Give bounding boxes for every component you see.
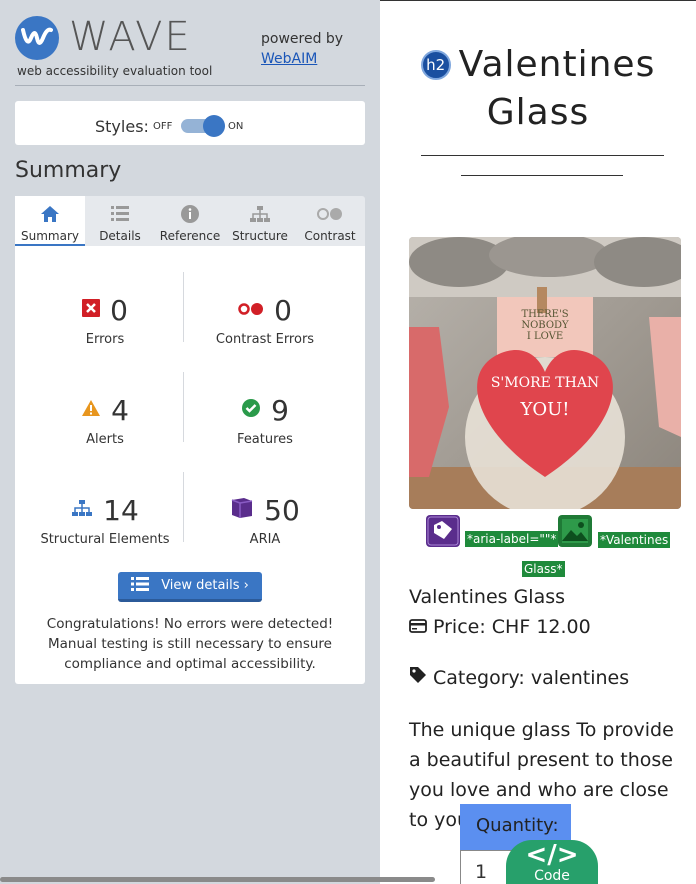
category-text: Category: valentines <box>433 666 630 689</box>
divider <box>461 175 623 176</box>
wave-logo-text: WAVE <box>69 14 192 60</box>
view-details-button[interactable]: View details › <box>118 572 262 602</box>
error-icon <box>82 299 101 321</box>
check-icon <box>241 398 261 422</box>
structure-icon <box>71 499 93 521</box>
aria-count: 50 <box>264 493 300 527</box>
aria-label: ARIA <box>249 532 281 547</box>
category-row: Category: valentines <box>409 666 629 689</box>
page-title-text: Valentines Glass <box>458 44 656 133</box>
h2-badge-icon[interactable]: h2 <box>420 50 451 80</box>
image-text-top: THERE'S NOBODY I LOVE <box>497 309 593 342</box>
aria-label-icon[interactable] <box>426 515 460 547</box>
features-count: 9 <box>271 393 289 427</box>
contrast-errors-count: 0 <box>274 293 292 327</box>
alt-text-icon[interactable] <box>558 515 592 547</box>
contrast-errors-stat[interactable]: 0 Contrast Errors <box>185 293 345 348</box>
summary-panel: 0 Errors 0 Contrast Errors 4 Alerts 9 Fe… <box>15 246 365 684</box>
page-content: h2 Valentines Glass THERE'S NOBODY I LOV… <box>380 0 696 884</box>
contrast-errors-label: Contrast Errors <box>215 332 315 347</box>
credit-card-icon <box>409 616 427 638</box>
tab-reference[interactable]: Reference <box>155 196 225 246</box>
tab-label: Structure <box>232 229 288 243</box>
aria-label-tag: *aria-label=""* <box>465 531 559 547</box>
page-title: h2 Valentines Glass <box>380 41 696 137</box>
alt-text-tag: *Valentines <box>598 532 671 548</box>
list-icon <box>85 204 155 224</box>
divider <box>183 272 184 342</box>
aria-cube-icon <box>230 497 254 523</box>
info-icon <box>155 204 225 224</box>
tab-summary[interactable]: Summary <box>15 196 85 246</box>
structural-stat[interactable]: 14 Structural Elements <box>25 493 185 548</box>
image-line: S'MORE THAN <box>490 375 600 391</box>
features-label: Features <box>237 432 293 447</box>
alerts-count: 4 <box>111 393 129 427</box>
wave-sidebar: WAVE web accessibility evaluation tool p… <box>0 0 380 884</box>
tab-contrast[interactable]: Contrast <box>295 196 365 246</box>
image-line: YOU! <box>520 399 570 420</box>
home-icon <box>15 204 85 224</box>
divider <box>183 372 184 442</box>
divider <box>183 472 184 542</box>
errors-count: 0 <box>110 293 128 327</box>
tab-label: Contrast <box>304 229 356 243</box>
structural-label: Structural Elements <box>40 532 170 547</box>
tab-label: Reference <box>159 229 221 243</box>
price-text: Price: CHF 12.00 <box>433 616 591 638</box>
errors-stat[interactable]: 0 Errors <box>25 294 185 347</box>
wave-header: WAVE web accessibility evaluation tool p… <box>15 14 365 86</box>
tab-label: Details <box>99 229 141 243</box>
list-icon <box>131 576 150 595</box>
view-details-label: View details › <box>161 578 249 593</box>
alerts-stat[interactable]: 4 Alerts <box>25 394 185 447</box>
product-name: Valentines Glass <box>409 586 566 608</box>
errors-label: Errors <box>85 332 125 347</box>
code-toggle-button[interactable]: </> Code <box>506 840 598 884</box>
code-label: Code <box>534 868 570 884</box>
tab-structure[interactable]: Structure <box>225 196 295 246</box>
congrats-message: Congratulations! No errors were detected… <box>46 616 334 672</box>
image-line: THERE'S NOBODY <box>521 309 569 331</box>
product-image: THERE'S NOBODY I LOVE S'MORE THAN YOU! <box>409 237 681 509</box>
styles-on-label: ON <box>228 121 244 132</box>
alt-text-tag: Glass* <box>522 561 565 577</box>
image-line: I LOVE <box>526 331 564 342</box>
structural-count: 14 <box>103 493 139 527</box>
toggle-knob <box>203 115 225 137</box>
price-row: Price: CHF 12.00 <box>409 616 591 638</box>
styles-off-label: OFF <box>153 121 173 132</box>
contrast-error-icon <box>238 301 264 320</box>
sitemap-icon <box>225 204 295 224</box>
alert-icon <box>81 399 101 421</box>
alerts-label: Alerts <box>86 432 124 447</box>
horizontal-scrollbar[interactable] <box>0 877 435 882</box>
code-icon: </> <box>525 840 579 870</box>
divider <box>421 155 664 156</box>
wave-tagline: web accessibility evaluation tool <box>17 64 213 78</box>
features-stat[interactable]: 9 Features <box>185 393 345 448</box>
tab-label: Summary <box>15 229 85 246</box>
styles-toggle-box: Styles: OFF ON <box>15 101 365 145</box>
tab-details[interactable]: Details <box>85 196 155 246</box>
wave-logo-icon <box>15 16 59 60</box>
styles-label: Styles: <box>95 117 149 136</box>
summary-heading: Summary <box>15 158 122 183</box>
contrast-icon <box>295 204 365 224</box>
image-text-heart: S'MORE THAN YOU! <box>485 375 605 420</box>
powered-by-text: powered by <box>261 31 344 47</box>
webaim-link[interactable]: WebAIM <box>261 51 317 67</box>
styles-toggle[interactable] <box>181 115 225 137</box>
panel-tabs: Summary Details Reference Structure Cont… <box>15 196 365 246</box>
tag-icon <box>409 666 427 689</box>
aria-stat[interactable]: 50 ARIA <box>185 494 345 547</box>
